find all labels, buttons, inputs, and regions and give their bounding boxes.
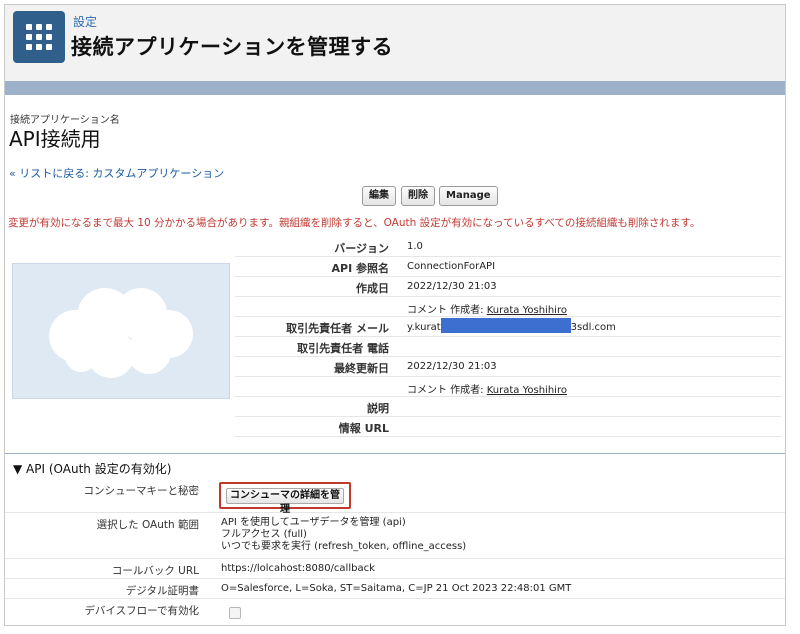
consumer-details-highlight: コンシューマの詳細を管理 <box>219 482 351 515</box>
cloud-icon <box>49 288 193 378</box>
created-row: 作成日 2022/12/30 21:03 <box>235 277 781 297</box>
created-date-value: 2022/12/30 21:03 <box>407 281 497 292</box>
app-logo-image <box>12 263 230 399</box>
api-name-value: ConnectionForAPI <box>407 261 496 272</box>
redaction-mask <box>440 318 571 333</box>
manage-button[interactable]: Manage <box>439 186 498 206</box>
modified-date-value: 2022/12/30 21:03 <box>407 361 497 372</box>
modified-by-value: コメント 作成者: Kurata Yoshihiro <box>407 381 567 396</box>
oauth-scopes-label: 選択した OAuth 範囲 <box>96 519 199 531</box>
modified-by-prefix: コメント 作成者: <box>407 385 487 396</box>
back-to-list-link[interactable]: « リストに戻る: カスタムアプリケーション <box>9 165 224 181</box>
description-label: 説明 <box>367 402 389 415</box>
consumer-label: コンシューマキーと秘密 <box>83 485 200 497</box>
created-by-user-link[interactable]: Kurata Yoshihiro <box>487 305 567 316</box>
device-flow-label: デバイスフローで有効化 <box>84 605 199 617</box>
modified-row: 最終更新日 2022/12/30 21:03 <box>235 357 781 377</box>
version-label: バージョン <box>334 242 389 255</box>
warning-message: 変更が有効になるまで最大 10 分かかる場合があります。親組織を削除すると、OA… <box>8 217 701 229</box>
edit-button[interactable]: 編集 <box>362 186 396 206</box>
oauth-scopes-row: 選択した OAuth 範囲 API を使用してユーザデータを管理 (api) フ… <box>5 513 785 559</box>
info-url-row: 情報 URL <box>235 417 781 437</box>
api-name-label: API 参照名 <box>331 262 390 275</box>
page-title: 接続アプリケーションを管理する <box>71 35 394 59</box>
modified-label: 最終更新日 <box>334 362 389 375</box>
info-url-label: 情報 URL <box>338 422 389 435</box>
scope-item: いつでも要求を実行 (refresh_token, offline_access… <box>221 541 467 552</box>
scope-item: API を使用してユーザデータを管理 (api) <box>221 517 406 528</box>
created-by-row: コメント 作成者: Kurata Yoshihiro <box>235 297 781 317</box>
created-label: 作成日 <box>356 282 389 295</box>
app-grid-icon <box>13 11 65 63</box>
scope-item: フルアクセス (full) <box>221 529 307 540</box>
description-row: 説明 <box>235 397 781 417</box>
callback-url-label: コールバック URL <box>111 565 199 577</box>
contact-email-start: y.kurat <box>407 322 441 333</box>
contact-phone-label: 取引先責任者 電話 <box>297 342 389 355</box>
record-name: API接続用 <box>9 127 101 151</box>
callback-url-row: コールバック URL https://lolcahost:8080/callba… <box>5 559 785 579</box>
section-divider <box>5 453 785 454</box>
header-super-title: 設定 <box>73 15 98 29</box>
device-flow-row: デバイスフローで有効化 <box>5 599 785 625</box>
created-by-value: コメント 作成者: Kurata Yoshihiro <box>407 301 567 316</box>
api-section-heading[interactable]: ▼ API (OAuth 設定の有効化) <box>13 460 171 477</box>
oauth-scopes-value: API を使用してユーザデータを管理 (api) フルアクセス (full) い… <box>221 517 466 553</box>
modified-by-user-link[interactable]: Kurata Yoshihiro <box>487 385 567 396</box>
contact-email-value: y.kurat 3sdl.com <box>407 318 616 333</box>
contact-email-end: 3sdl.com <box>570 322 616 333</box>
consumer-row: コンシューマキーと秘密 <box>5 479 785 513</box>
page-header: 設定 接続アプリケーションを管理する <box>5 5 785 81</box>
contact-phone-row: 取引先責任者 電話 <box>235 337 781 357</box>
certificate-row: デジタル証明書 O=Salesforce, L=Soka, ST=Saitama… <box>5 579 785 599</box>
created-by-prefix: コメント 作成者: <box>407 305 487 316</box>
delete-button[interactable]: 削除 <box>401 186 435 206</box>
certificate-label: デジタル証明書 <box>125 585 199 597</box>
manage-consumer-details-button[interactable]: コンシューマの詳細を管理 <box>226 488 344 515</box>
modified-by-row: コメント 作成者: Kurata Yoshihiro <box>235 377 781 397</box>
api-name-row: API 参照名 ConnectionForAPI <box>235 257 781 277</box>
version-value: 1.0 <box>407 241 423 252</box>
certificate-value: O=Salesforce, L=Soka, ST=Saitama, C=JP 2… <box>221 583 572 594</box>
callback-url-value: https://lolcahost:8080/callback <box>221 563 375 574</box>
device-flow-checkbox[interactable] <box>229 607 241 619</box>
contact-email-label: 取引先責任者 メール <box>286 322 389 335</box>
version-row: バージョン 1.0 <box>235 237 781 257</box>
contact-email-row: 取引先責任者 メール y.kurat 3sdl.com <box>235 317 781 337</box>
page-frame: 設定 接続アプリケーションを管理する 接続アプリケーション名 API接続用 « … <box>4 4 786 626</box>
header-divider <box>5 81 785 95</box>
